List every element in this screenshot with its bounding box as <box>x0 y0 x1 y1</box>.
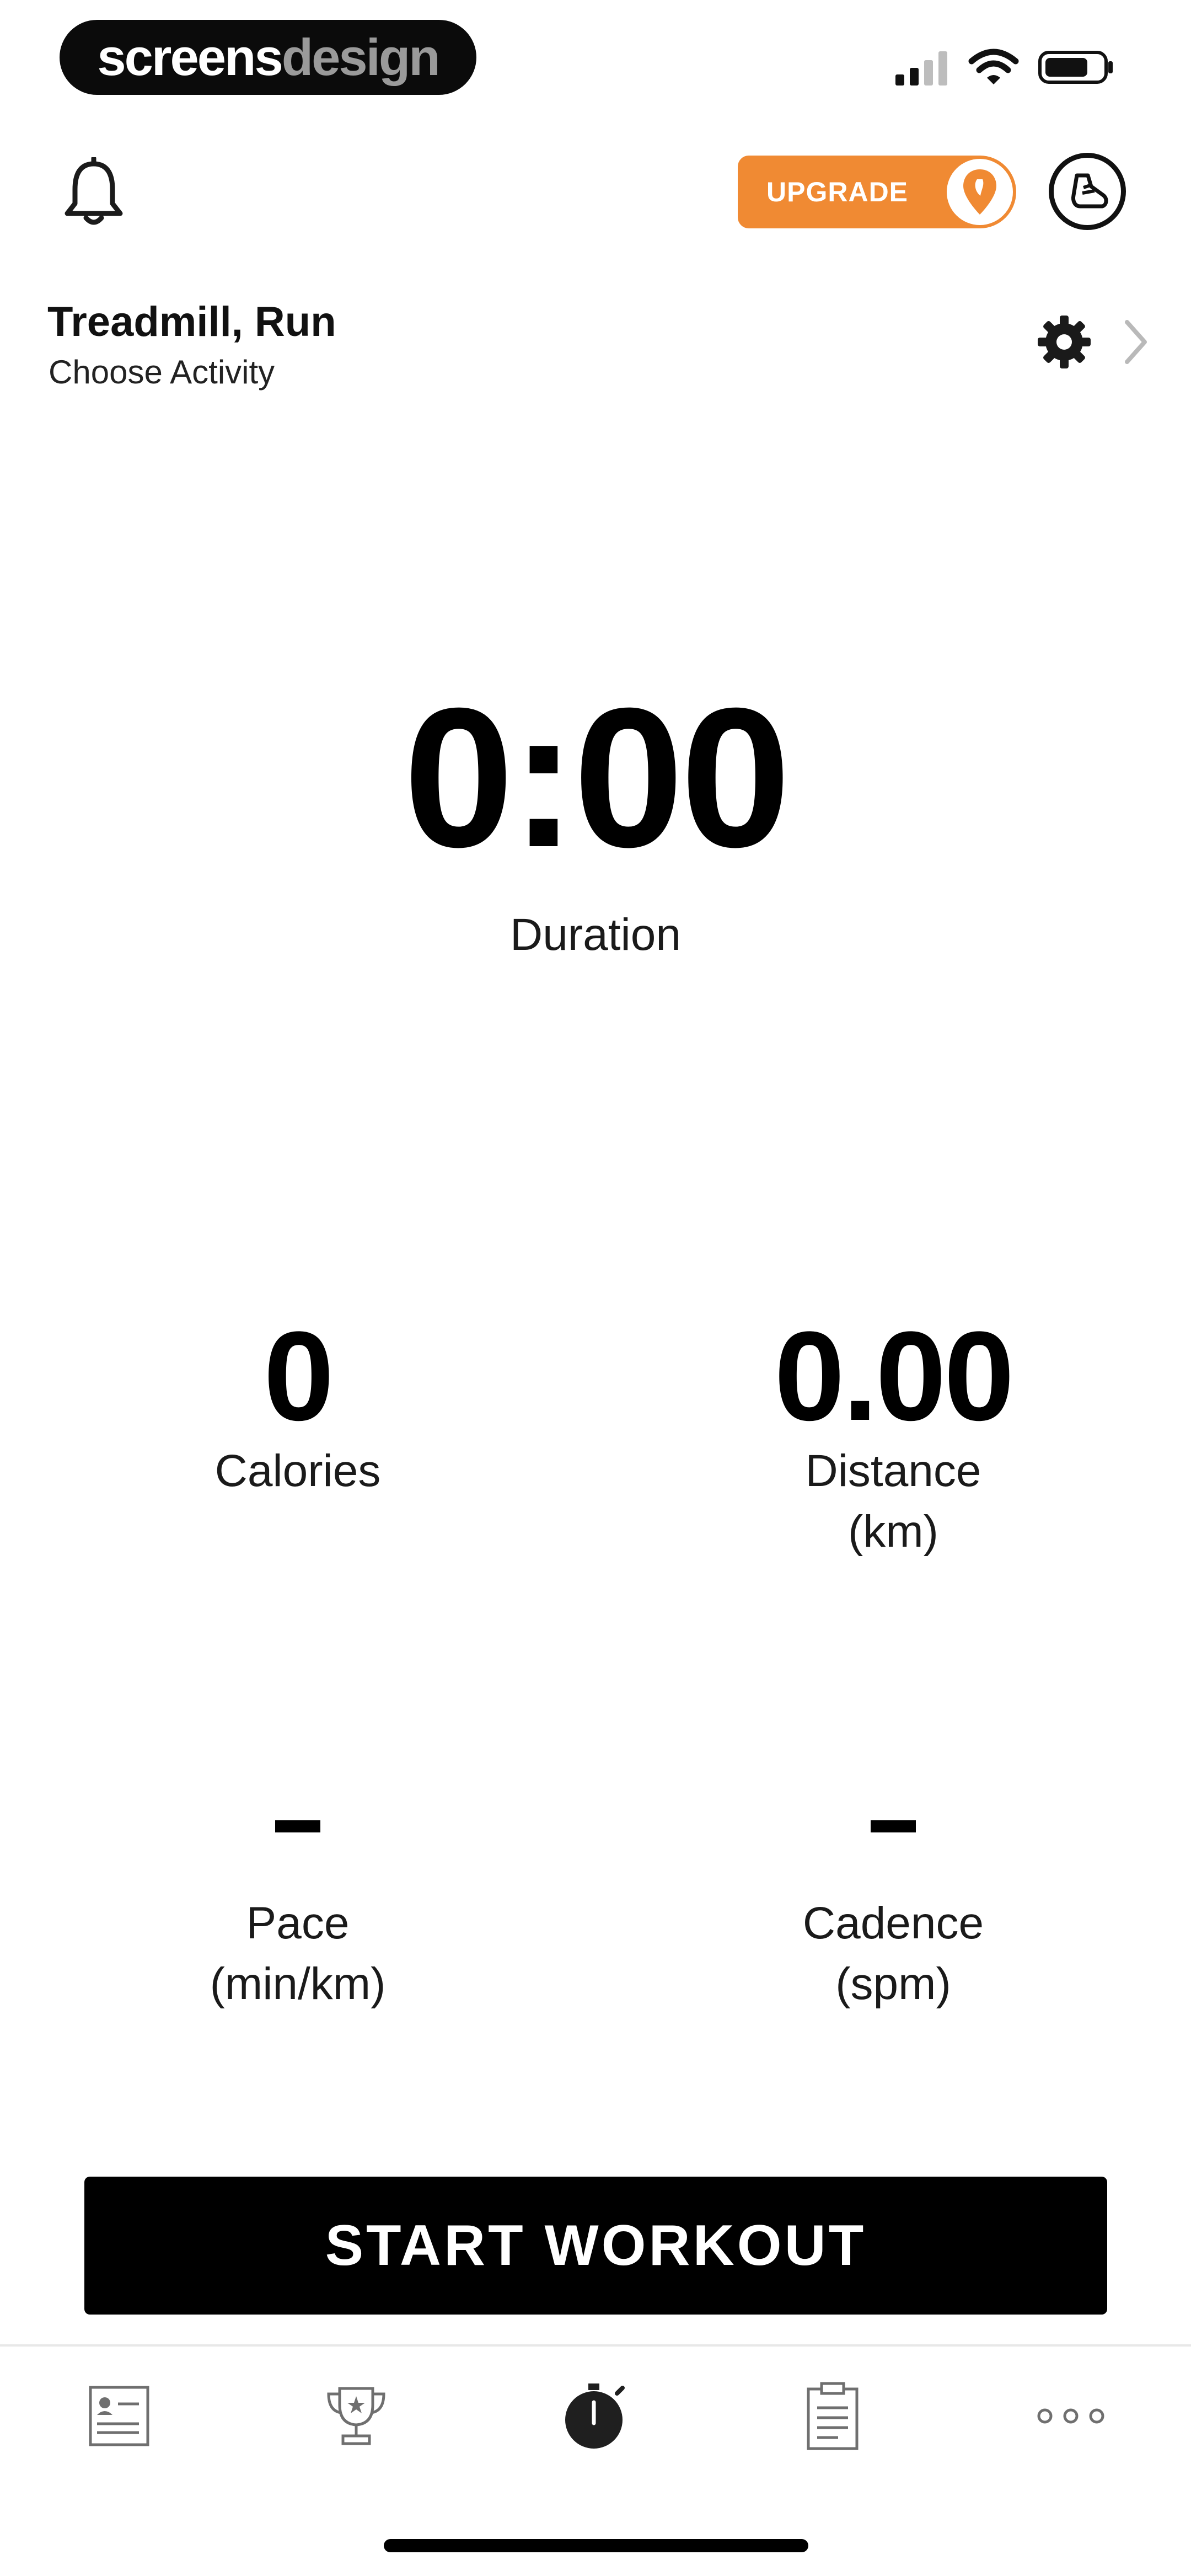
cadence-label: Cadence <box>802 1898 984 1948</box>
distance-value: 0.00 <box>774 1305 1015 1447</box>
upgrade-toggle-knob <box>947 159 1013 225</box>
stopwatch-icon <box>565 2383 625 2449</box>
tab-record[interactable] <box>557 2372 634 2460</box>
more-dots-icon <box>1037 2408 1104 2424</box>
tab-more[interactable] <box>1032 2372 1109 2460</box>
location-pin-icon <box>963 169 996 215</box>
tab-profile[interactable] <box>81 2372 158 2460</box>
tab-challenges[interactable] <box>318 2372 395 2460</box>
upgrade-button[interactable]: UPGRADE <box>738 156 1016 228</box>
pace-value <box>77 1820 518 1832</box>
cadence-unit: (spm) <box>835 1959 951 2009</box>
shoe-icon <box>1071 173 1108 209</box>
gear-shoe-button[interactable] <box>1049 153 1126 230</box>
calories-label: Calories <box>214 1446 381 1496</box>
brand-part-2: design <box>281 28 441 86</box>
bell-icon <box>65 156 123 225</box>
distance-unit: (km) <box>848 1506 938 1557</box>
trophy-icon <box>327 2387 385 2445</box>
activity-chevron[interactable] <box>1119 316 1152 368</box>
notifications-button[interactable] <box>61 156 127 229</box>
battery-icon <box>1038 51 1113 84</box>
screensdesign-watermark: screens design <box>60 20 476 95</box>
home-indicator[interactable] <box>384 2539 808 2552</box>
duration-value: 0:00 <box>403 667 791 889</box>
cellular-signal-icon <box>895 51 947 85</box>
start-workout-button[interactable]: START WORKOUT <box>84 2177 1107 2315</box>
pace-label: Pace <box>246 1898 350 1948</box>
tab-plans[interactable] <box>794 2372 871 2460</box>
profile-card-icon <box>89 2386 149 2446</box>
distance-label: Distance <box>805 1446 981 1496</box>
upgrade-label: UPGRADE <box>766 177 909 207</box>
chevron-right-icon <box>1125 320 1147 364</box>
pace-unit: (min/km) <box>210 1959 386 2009</box>
choose-activity-link[interactable]: Choose Activity <box>49 353 275 391</box>
calories-value: 0 <box>264 1305 334 1447</box>
gear-icon <box>1038 316 1091 368</box>
brand-part-1: screens <box>97 28 283 86</box>
cadence-value <box>673 1820 1114 1832</box>
tab-bar-divider <box>0 2344 1191 2347</box>
activity-settings-button[interactable] <box>1036 313 1093 371</box>
pace-dash <box>275 1820 320 1832</box>
clipboard-icon <box>807 2382 859 2450</box>
cadence-dash <box>871 1820 916 1832</box>
duration-label: Duration <box>510 910 681 960</box>
wifi-icon <box>968 49 1019 84</box>
activity-title[interactable]: Treadmill, Run <box>47 298 336 346</box>
status-bar-icons <box>894 45 1115 89</box>
